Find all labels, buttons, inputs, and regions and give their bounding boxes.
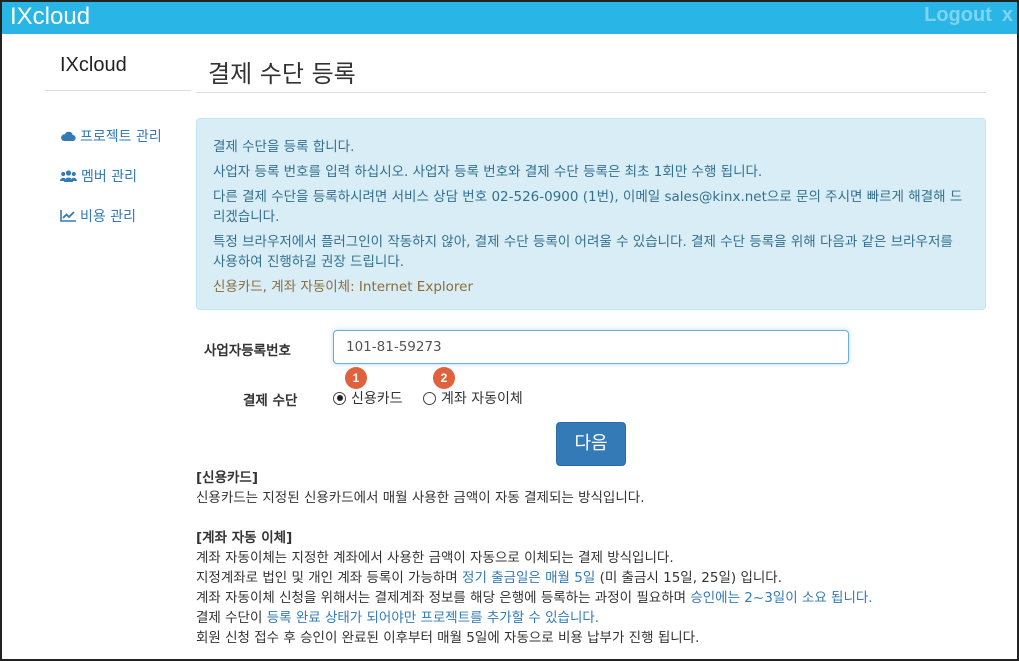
bank-info-line: 계좌 자동이체 신청을 위해서는 결제계좌 정보를 해당 은행에 등록하는 과정…	[196, 590, 873, 606]
highlight-text: 정기 출금일은 매월 5일	[462, 570, 596, 586]
top-bar: IXcloud Logout x	[2, 2, 1017, 34]
bank-transfer-info: [계좌 자동 이체] 계좌 자동이체는 지정한 계좌에서 사용한 금액이 자동으…	[196, 528, 873, 648]
title-divider	[196, 92, 986, 93]
radio-credit-card[interactable]: 신용카드	[333, 388, 403, 408]
biz-number-input[interactable]	[333, 330, 849, 364]
radio-bank-transfer[interactable]: 계좌 자동이체	[423, 388, 523, 408]
notice-line: 특정 브라우저에서 플러그인이 작동하지 않아, 결제 수단 등록이 어려울 수…	[213, 234, 953, 270]
next-button[interactable]: 다음	[556, 422, 626, 466]
app-window: IXcloud Logout x IXcloud 프로젝트 관리 멤버 관리 비용…	[0, 0, 1019, 661]
credit-card-heading: [신용카드]	[196, 470, 259, 486]
payment-method-label: 결제 수단	[243, 393, 298, 409]
biz-number-label: 사업자등록번호	[204, 343, 291, 359]
users-icon	[60, 170, 77, 182]
highlight-text: 승인에는 2~3일이 소요 됩니다.	[690, 590, 873, 606]
sidebar-item-members[interactable]: 멤버 관리	[60, 166, 137, 186]
sidebar-title: IXcloud	[60, 54, 127, 76]
logout-button[interactable]: Logout x	[924, 2, 1013, 28]
cloud-icon	[60, 130, 76, 142]
radio-button[interactable]	[423, 391, 436, 405]
page-title: 결제 수단 등록	[208, 60, 356, 88]
bank-info-line: 결제 수단이 등록 완료 상태가 되어야만 프로젝트를 추가할 수 있습니다.	[196, 610, 600, 626]
credit-card-info: [신용카드] 신용카드는 지정된 신용카드에서 매월 사용한 금액이 자동 결제…	[196, 468, 644, 508]
notice-line: 결제 수단을 등록 합니다.	[213, 139, 355, 155]
step-badge-1: 1	[345, 367, 367, 389]
sidebar-item-projects[interactable]: 프로젝트 관리	[60, 126, 162, 146]
radio-label[interactable]: 계좌 자동이체	[441, 388, 523, 408]
sidebar-item-label: 멤버 관리	[81, 169, 137, 185]
sidebar-item-label: 프로젝트 관리	[80, 129, 162, 145]
bank-info-line: 지정계좌로 법인 및 개인 계좌 등록이 가능하며 정기 출금일은 매월 5일 …	[196, 570, 782, 586]
step-badge-2: 2	[433, 367, 455, 389]
radio-button[interactable]	[333, 391, 346, 405]
sidebar-divider	[45, 90, 191, 91]
highlight-text: 등록 완료 상태가 되어야만 프로젝트를 추가할 수 있습니다.	[266, 610, 600, 626]
bank-info-line: 회원 신청 접수 후 승인이 완료된 이후부터 매월 5일에 자동으로 비용 납…	[196, 630, 700, 646]
bank-info-line: 계좌 자동이체는 지정한 계좌에서 사용한 금액이 자동으로 이체되는 결제 방…	[196, 550, 674, 566]
sidebar-item-billing[interactable]: 비용 관리	[60, 206, 136, 226]
notice-panel: 결제 수단을 등록 합니다. 사업자 등록 번호를 입력 하십시오. 사업자 등…	[196, 118, 986, 310]
bank-transfer-heading: [계좌 자동 이체]	[196, 530, 293, 546]
notice-line-browsers: 신용카드, 계좌 자동이체: Internet Explorer	[213, 279, 474, 295]
notice-line: 사업자 등록 번호를 입력 하십시오. 사업자 등록 번호와 결제 수단 등록은…	[213, 164, 763, 180]
logout-label[interactable]: Logout	[924, 4, 992, 26]
credit-card-text: 신용카드는 지정된 신용카드에서 매월 사용한 금액이 자동 결제되는 방식입니…	[196, 490, 645, 506]
sidebar-item-label: 비용 관리	[80, 209, 136, 225]
chart-icon	[60, 210, 76, 222]
brand-logo[interactable]: IXcloud	[10, 2, 90, 32]
notice-line: 다른 결제 수단을 등록하시려면 서비스 상담 번호 02-526-0900 (…	[213, 189, 963, 225]
radio-label[interactable]: 신용카드	[351, 388, 403, 408]
close-icon[interactable]: x	[1002, 4, 1013, 26]
